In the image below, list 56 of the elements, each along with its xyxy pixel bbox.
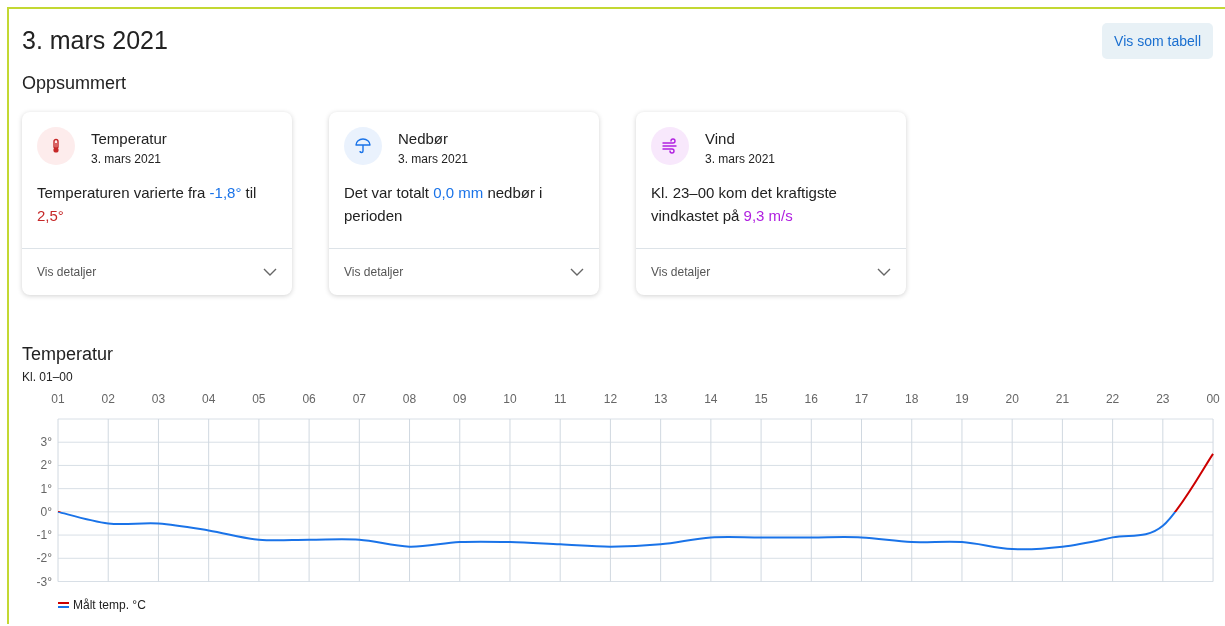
hour-label: 04 [202,392,216,406]
hour-label: 17 [854,392,869,406]
hour-label: 15 [754,392,768,406]
hour-label: 12 [603,392,618,406]
hour-label: 07 [352,392,366,406]
axis-label: 3° [40,435,52,450]
chart-heading: Temperatur [22,344,115,365]
card-title: Temperatur [91,130,167,147]
umbrella-icon [344,127,382,165]
section-heading: Oppsummert [22,73,128,94]
card-title: Vind [705,130,736,147]
hour-label: 13 [653,392,668,406]
chevron-icon [570,268,584,276]
details-toggle[interactable]: Vis detaljer [22,248,292,295]
chart-period: Kl. 01–00 [22,370,74,384]
axis-label: 0° [40,504,52,519]
hour-label: 09 [453,392,467,406]
card-date: 3. mars 2021 [705,152,776,166]
hour-label: 14 [704,392,718,406]
summary-text: Det var totalt 0,0 mm nedbør i perioden [343,183,544,226]
axis-label: -1° [36,528,52,543]
hour-label: 22 [1105,392,1120,406]
hour-label: 02 [101,392,115,406]
axis-label: -3° [36,574,52,588]
page-title: 3. mars 2021 [22,26,168,55]
hour-label: 00 [1206,392,1220,406]
hour-label: 08 [402,392,417,406]
hour-label: 23 [1156,392,1170,406]
hour-label: 20 [1005,392,1019,406]
card-date: 3. mars 2021 [398,152,469,166]
hour-label: 03 [151,392,166,406]
hour-label: 05 [252,392,266,406]
legend-icon [58,601,69,609]
card-title: Nedbør [398,130,450,147]
axis-label: 1° [40,481,52,496]
thermometer-icon [37,127,75,165]
table-view-button[interactable]: Vis som tabell [1102,23,1213,59]
hour-label: 01 [51,392,65,406]
card-date: 3. mars 2021 [91,152,163,166]
hour-label: 21 [1055,392,1070,406]
hour-label: 06 [302,392,316,406]
details-toggle[interactable]: Vis detaljer [636,248,906,295]
chevron-icon [877,268,891,276]
axis-label: -2° [36,551,52,566]
chevron-icon [263,268,277,276]
hour-label: 18 [905,392,919,406]
details-toggle[interactable]: Vis detaljer [329,248,599,295]
legend-label: Målt temp. °C [73,598,146,612]
hour-label: 10 [503,392,517,406]
hour-label: 16 [804,392,818,406]
summary-text: Kl. 23–00 kom det kraftigste vindkastet på 9,3 m/s [650,183,838,226]
axis-label: 2° [40,458,52,473]
hour-label: 11 [553,392,567,406]
hour-label: 19 [955,392,969,406]
wind-icon [651,127,689,165]
summary-text: Temperaturen varierte fra -1,8° til 2,5° [36,183,258,226]
